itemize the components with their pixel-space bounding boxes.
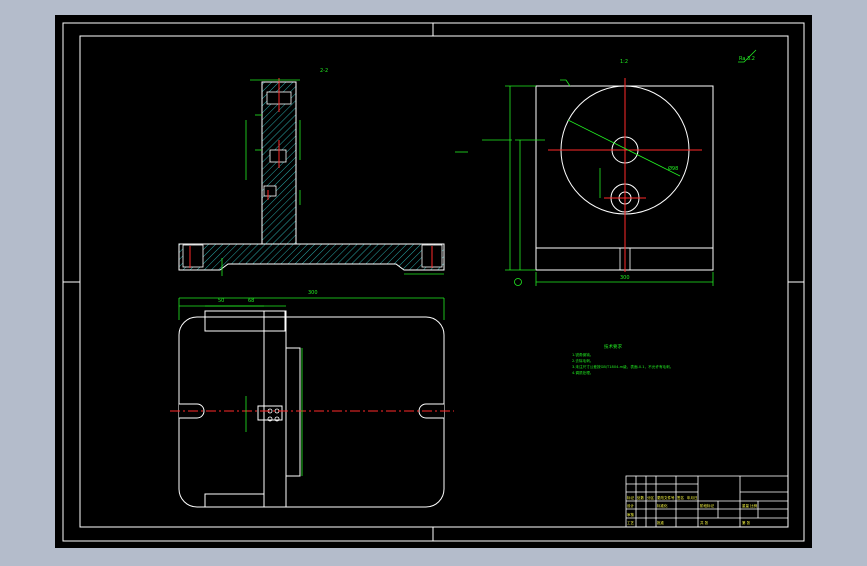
cad-viewport[interactable]: 2-2 300 50 68 1:2 Ra 3.2 300 Ø98 技术要求 1.… <box>0 0 867 562</box>
notes-heading: 技术要求 <box>604 343 622 350</box>
drawing-canvas <box>55 15 812 548</box>
overall-width-dim: 300 <box>308 290 318 296</box>
notes-line-3: 3.未注尺寸公差按GB/T1804-m级，表面-0.1，不允许有毛刺。 <box>572 364 673 369</box>
title-cell-r2c3: 标准化 <box>657 503 668 508</box>
notes-line-1: 1.锐角倒钝。 <box>572 352 593 357</box>
title-cell-r1c3: 分区 <box>647 495 655 500</box>
title-cell-r2c6: 重量 比例 <box>742 503 758 508</box>
side-diameter-dim: Ø98 <box>668 165 678 172</box>
title-cell-r4c3: 批准 <box>657 520 665 525</box>
title-cell-r1c6: 年月日 <box>687 495 698 500</box>
title-cell-r3c1: 审核 <box>627 512 635 517</box>
notes-line-2: 2.去除毛刺。 <box>572 358 593 363</box>
title-cell-r4c5: 共 张 <box>700 520 709 525</box>
notes-line-4: 4.调质处理。 <box>572 370 593 375</box>
side-width-dim: 300 <box>620 275 630 281</box>
title-cell-r1c1: 标记 <box>627 495 635 500</box>
cad-drawing[interactable]: 2-2 300 50 68 1:2 Ra 3.2 300 Ø98 技术要求 1.… <box>0 0 867 562</box>
title-cell-r1c2: 处数 <box>637 495 645 500</box>
title-cell-r4c6: 第 张 <box>742 520 751 525</box>
mid-width-dim: 68 <box>248 298 254 304</box>
side-view-title: 1:2 <box>620 59 628 65</box>
title-cell-r2c5: 阶段标记 <box>700 503 714 508</box>
title-cell-r1c4: 更改文件号 <box>657 495 675 500</box>
section-label: 2-2 <box>320 68 328 74</box>
title-cell-r2c1: 设计 <box>627 503 635 508</box>
left-width-dim: 50 <box>218 298 224 304</box>
title-cell-r1c5: 签名 <box>677 495 684 500</box>
roughness-note: Ra 3.2 <box>739 56 755 62</box>
title-cell-r4c1: 工艺 <box>627 520 635 525</box>
